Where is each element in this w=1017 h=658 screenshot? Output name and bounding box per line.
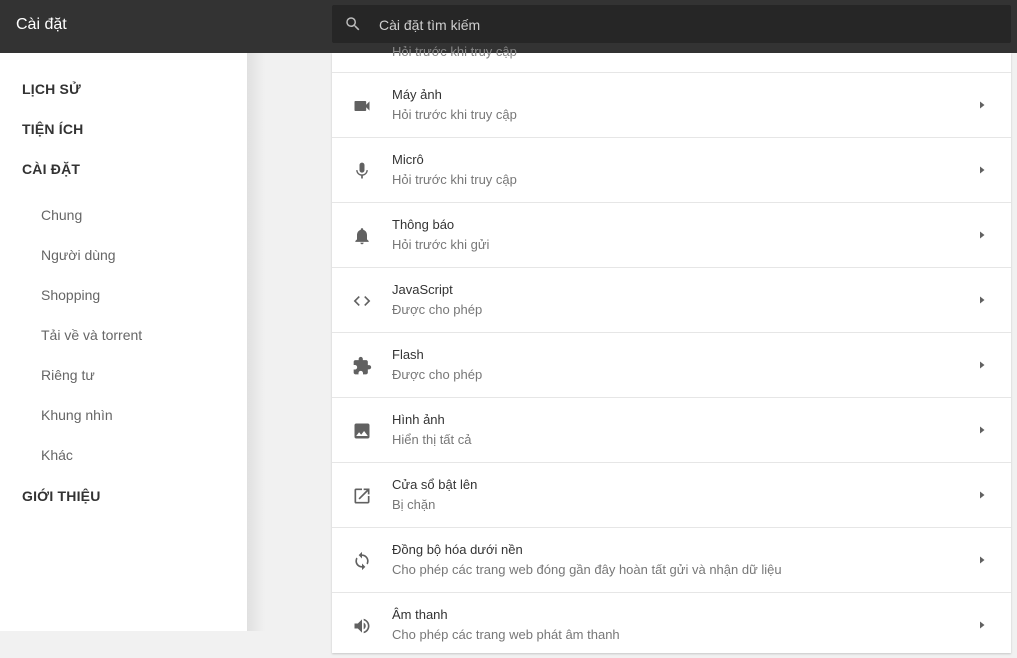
search-icon <box>346 17 360 31</box>
row-subtitle: Cho phép các trang web phát âm thanh <box>392 627 620 642</box>
arrow-right-icon <box>980 556 985 564</box>
arrow-right-icon <box>980 361 985 369</box>
search-box[interactable] <box>332 5 1011 45</box>
search-input[interactable] <box>377 5 981 45</box>
content-shadow <box>247 53 265 631</box>
nav-extensions[interactable]: TIỆN ÍCH <box>22 121 84 137</box>
code-icon <box>353 296 371 306</box>
open-in-new-icon <box>354 488 370 504</box>
row-title: Âm thanh <box>392 607 448 622</box>
setting-row-background-sync[interactable]: Đồng bộ hóa dưới nền Cho phép các trang … <box>332 527 1011 593</box>
row-subtitle: Hỏi trước khi truy cập <box>392 107 517 122</box>
row-subtitle: Bị chặn <box>392 497 436 512</box>
arrow-right-icon <box>980 491 985 499</box>
image-icon <box>354 423 370 439</box>
volume-icon <box>354 618 370 634</box>
sidebar: LỊCH SỬ TIỆN ÍCH CÀI ĐẶT Chung Người dùn… <box>0 53 247 631</box>
nav-item-users[interactable]: Người dùng <box>41 247 116 263</box>
nav-settings[interactable]: CÀI ĐẶT <box>22 161 80 177</box>
row-subtitle: Cho phép các trang web đóng gần đây hoàn… <box>392 562 782 577</box>
nav-item-downloads[interactable]: Tải về và torrent <box>41 327 142 343</box>
row-title: Thông báo <box>392 217 455 232</box>
row-subtitle: Hỏi trước khi truy cập <box>392 172 517 187</box>
setting-row-javascript[interactable]: JavaScript Được cho phép <box>332 267 1011 333</box>
setting-row-notifications[interactable]: Thông báo Hỏi trước khi gửi <box>332 202 1011 268</box>
camera-icon <box>354 101 370 111</box>
setting-row-images[interactable]: Hình ảnh Hiển thị tất cả <box>332 397 1011 463</box>
bell-icon <box>355 228 369 245</box>
app-title: Cài đặt <box>16 16 67 33</box>
site-settings-card: Hỏi trước khi truy cập Máy ảnh Hỏi trước… <box>332 44 1011 653</box>
setting-row-popups[interactable]: Cửa sổ bật lên Bị chặn <box>332 462 1011 528</box>
row-subtitle: Được cho phép <box>392 302 483 317</box>
setting-row-microphone[interactable]: Micrô Hỏi trước khi truy cập <box>332 137 1011 203</box>
nav-item-privacy[interactable]: Riêng tư <box>41 367 95 383</box>
setting-row-sound[interactable]: Âm thanh Cho phép các trang web phát âm … <box>332 592 1011 658</box>
arrow-right-icon <box>980 166 985 174</box>
microphone-icon <box>356 162 368 179</box>
row-title: Đồng bộ hóa dưới nền <box>392 542 523 557</box>
row-title: Flash <box>392 347 424 362</box>
nav-item-shopping[interactable]: Shopping <box>41 287 100 303</box>
nav-item-appearance[interactable]: Khung nhìn <box>41 407 113 423</box>
row-title: Micrô <box>392 152 424 167</box>
nav-item-general[interactable]: Chung <box>41 207 82 223</box>
arrow-right-icon <box>980 101 985 109</box>
arrow-right-icon <box>980 621 985 629</box>
sync-icon <box>355 551 369 571</box>
row-subtitle: Hiển thị tất cả <box>392 432 472 447</box>
row-title: JavaScript <box>392 282 453 297</box>
nav-about[interactable]: GIỚI THIỆU <box>22 488 101 504</box>
partial-row-subtitle: Hỏi trước khi truy cập <box>392 44 517 59</box>
setting-row-camera[interactable]: Máy ảnh Hỏi trước khi truy cập <box>332 72 1011 138</box>
row-subtitle: Hỏi trước khi gửi <box>392 237 490 252</box>
row-title: Cửa sổ bật lên <box>392 477 478 492</box>
row-title: Máy ảnh <box>392 87 442 102</box>
arrow-right-icon <box>980 426 985 434</box>
nav-item-other[interactable]: Khác <box>41 447 73 463</box>
arrow-right-icon <box>980 231 985 239</box>
row-subtitle: Được cho phép <box>392 367 483 382</box>
row-title: Hình ảnh <box>392 412 445 427</box>
nav-history[interactable]: LỊCH SỬ <box>22 81 81 97</box>
puzzle-icon <box>353 356 372 375</box>
setting-row-flash[interactable]: Flash Được cho phép <box>332 332 1011 398</box>
arrow-right-icon <box>980 296 985 304</box>
